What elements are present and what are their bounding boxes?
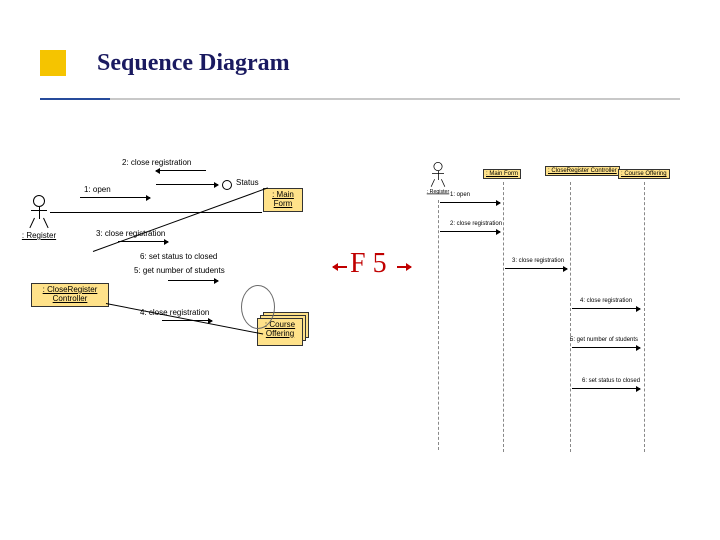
status-circle [222,180,232,190]
controller-label: : CloseRegister Controller [35,286,105,304]
lifeline-course-offering: : Course Offering [618,169,670,179]
title-bullet [40,50,66,76]
arrow-m3-right [505,268,567,269]
msg2-right: 2: close registration [450,221,502,227]
msg5-right: 5: get number of students [570,337,638,343]
actor-register-left: : Register [29,195,49,228]
main-form-box-left: : Main Form [263,188,303,212]
slide: { "title": "Sequence Diagram", "center_k… [0,0,720,540]
arrow-m2-right [440,231,500,232]
lifeline-main-form: : Main Form [483,169,521,179]
msg6-right: 6: set status to closed [582,378,640,384]
life-actor [438,200,439,450]
status-label: Status [236,178,259,187]
arrow-to-status [156,184,218,185]
arrow-m56-left [168,280,218,281]
life-mainform [503,182,504,452]
msg6-left: 6: set status to closed [140,252,217,261]
arrow-m3-left [118,241,168,242]
arrow-m2-left [156,170,206,171]
arrow-m4-left [162,320,212,321]
life-course [644,182,645,452]
msg4-right: 4: close registration [580,298,632,304]
actor-label: : Register [22,231,56,240]
f5-label: F 5 [350,248,387,280]
arrow-open-left [80,197,150,198]
msg1-right: 1: open [450,192,470,198]
msg5-left: 5: get number of students [134,266,225,275]
actor-label-right: : Register [427,189,449,194]
title-underline [40,98,680,100]
msg2-left: 2: close registration [122,158,191,167]
f5-right-arrow [397,266,411,268]
link-actor-mainform [50,212,262,213]
f5-left-arrow [333,266,347,268]
arrow-m4-right [572,308,640,309]
msg3-right: 3: close registration [512,258,564,264]
arrow-m5-right [572,347,640,348]
actor-register-right: : Register [432,162,444,187]
slide-title: Sequence Diagram [97,50,290,77]
controller-box-left: : CloseRegister Controller [31,283,109,307]
lifeline-controller: : CloseRegister Controller [545,166,620,176]
arrow-m1-right [440,202,500,203]
life-controller [570,182,571,452]
main-form-label: : Main Form [267,191,299,209]
msg1-left: 1: open [84,185,111,194]
oval-left [241,285,275,329]
arrow-m6-right [572,388,640,389]
